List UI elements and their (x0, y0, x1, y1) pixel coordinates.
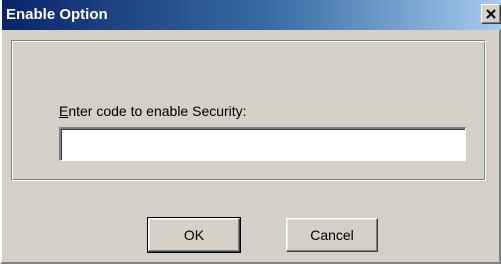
ok-button[interactable]: OK (147, 217, 241, 253)
close-button[interactable] (481, 4, 501, 24)
code-prompt-label: Enter code to enable Security: (59, 103, 247, 119)
close-icon (486, 9, 496, 19)
enable-option-dialog: Enable Option Enter code to enable Secur… (0, 0, 501, 264)
window-title: Enable Option (6, 6, 108, 23)
prompt-accelerator-key: E (59, 103, 69, 119)
title-bar[interactable]: Enable Option (2, 0, 501, 30)
cancel-button[interactable]: Cancel (286, 218, 378, 252)
code-input[interactable] (59, 127, 466, 161)
prompt-label-text: nter code to enable Security: (68, 103, 247, 119)
